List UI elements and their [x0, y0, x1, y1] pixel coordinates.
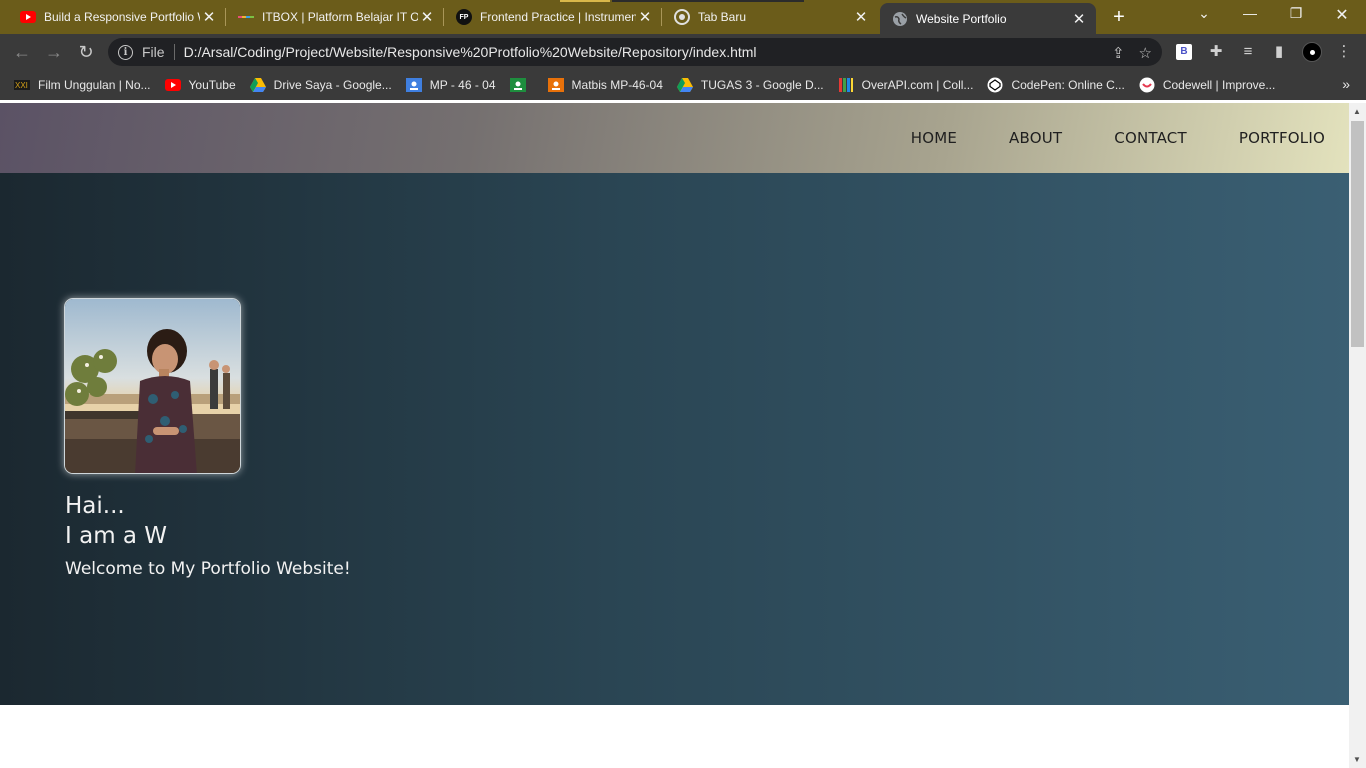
extensions-puzzle-icon[interactable]: ✚ [1207, 43, 1225, 61]
bookmark-star-icon[interactable]: ☆ [1139, 44, 1152, 62]
classroom-orange-icon [547, 77, 564, 93]
extension-b-icon[interactable]: B [1176, 44, 1192, 60]
restore-icon[interactable]: ❐ [1284, 5, 1308, 22]
bookmark-item[interactable]: OverAPI.com | Coll... [838, 77, 974, 93]
globe-icon [892, 11, 908, 27]
tab-title: Website Portfolio [916, 11, 1007, 26]
classroom-green-icon [509, 77, 526, 93]
browser-toolbar: ← → ↻ i File D:/Arsal/Coding/Project/Web… [0, 34, 1366, 70]
profile-avatar[interactable] [1302, 42, 1322, 62]
bookmark-label: YouTube [188, 78, 236, 92]
profile-photo [64, 298, 241, 474]
bookmark-item[interactable]: XXI Film Unggulan | No... [14, 77, 151, 93]
site-header: HOME ABOUT CONTACT PORTFOLIO [0, 103, 1349, 173]
hero-typed-text: I am a W [65, 523, 168, 549]
new-tab-button[interactable]: + [1108, 7, 1130, 27]
close-tab-icon[interactable]: ✕ [200, 8, 218, 26]
google-drive-icon [676, 77, 693, 93]
bookmark-item[interactable]: Codewell | Improve... [1139, 77, 1276, 93]
close-tab-icon[interactable]: ✕ [852, 8, 870, 26]
nav-contact-link[interactable]: CONTACT [1114, 129, 1187, 147]
bookmark-item[interactable] [509, 77, 534, 93]
itbox-icon [238, 9, 254, 25]
bookmark-label: MP - 46 - 04 [429, 78, 496, 92]
tab-youtube[interactable]: Build a Responsive Portfolio W ✕ [0, 0, 226, 34]
media-control-icon[interactable]: ≡ [1239, 43, 1257, 61]
nav-about-link[interactable]: ABOUT [1009, 129, 1062, 147]
fp-badge: FP [456, 9, 472, 25]
close-tab-icon[interactable]: ✕ [636, 8, 654, 26]
bookmark-item[interactable]: Drive Saya - Google... [249, 77, 392, 93]
chrome-icon [674, 9, 690, 25]
close-tab-icon[interactable]: ✕ [418, 8, 436, 26]
tab-title: Build a Responsive Portfolio W [44, 10, 200, 24]
scrollbar-thumb[interactable] [1351, 121, 1364, 347]
codewell-icon [1139, 77, 1155, 93]
reload-icon[interactable]: ↻ [76, 42, 96, 62]
bookmark-label: TUGAS 3 - Google D... [700, 78, 824, 92]
google-drive-icon [249, 77, 266, 93]
svg-text:XXI: XXI [15, 81, 28, 90]
side-panel-icon[interactable]: ▮ [1270, 43, 1288, 61]
address-divider [173, 44, 175, 60]
hero-greeting: Hai... I am a W [65, 491, 167, 551]
site-info-icon[interactable]: i [118, 44, 133, 60]
nav-portfolio-link[interactable]: PORTFOLIO [1239, 129, 1325, 147]
share-icon[interactable]: ⇪ [1112, 44, 1125, 62]
codepen-icon [987, 77, 1003, 93]
site-nav: HOME ABOUT CONTACT PORTFOLIO [911, 129, 1325, 147]
scheme-label: File [142, 44, 165, 60]
close-tab-icon[interactable]: ✕ [1070, 10, 1088, 28]
bookmark-label: OverAPI.com | Coll... [861, 78, 974, 92]
bookmark-label: Drive Saya - Google... [273, 78, 392, 92]
bookmark-label: Matbis MP-46-04 [571, 78, 663, 92]
page-scrollbar[interactable]: ▲ ▼ [1349, 103, 1366, 768]
tab-frontend-practice[interactable]: FP Frontend Practice | Instrumen ✕ [444, 0, 662, 34]
tab-strip: Build a Responsive Portfolio W ✕ ITBOX |… [0, 0, 1366, 34]
tab-search-icon[interactable]: ⌄ [1192, 5, 1216, 22]
back-icon[interactable]: ← [12, 42, 32, 62]
tab-new-tab[interactable]: Tab Baru ✕ [662, 0, 878, 34]
url-text[interactable]: D:/Arsal/Coding/Project/Website/Responsi… [184, 44, 757, 60]
scroll-down-icon[interactable]: ▼ [1353, 755, 1361, 764]
tab-title: ITBOX | Platform Belajar IT Or [262, 10, 418, 24]
hero-hai: Hai... [65, 493, 125, 519]
overapi-icon [838, 77, 854, 93]
tab-website-portfolio[interactable]: Website Portfolio ✕ [880, 3, 1096, 34]
minimize-icon[interactable]: — [1238, 5, 1262, 21]
bookmark-item[interactable]: CodePen: Online C... [987, 77, 1125, 93]
bookmark-item[interactable]: MP - 46 - 04 [405, 77, 496, 93]
tab-title: Tab Baru [698, 10, 747, 24]
close-window-icon[interactable]: ✕ [1330, 5, 1354, 25]
tab-itbox[interactable]: ITBOX | Platform Belajar IT Or ✕ [226, 0, 444, 34]
xxi-icon: XXI [14, 77, 30, 93]
scroll-up-icon[interactable]: ▲ [1353, 107, 1361, 116]
bookmark-label: Codewell | Improve... [1162, 78, 1276, 92]
bookmarks-bar: XXI Film Unggulan | No... YouTube Drive … [0, 70, 1366, 100]
bookmark-item[interactable]: Matbis MP-46-04 [547, 77, 663, 93]
forward-icon[interactable]: → [44, 42, 64, 62]
bookmark-label: CodePen: Online C... [1011, 78, 1125, 92]
tab-title: Frontend Practice | Instrumen [480, 10, 636, 24]
classroom-icon [405, 77, 422, 93]
bookmark-label: Film Unggulan | No... [38, 78, 151, 92]
nav-home-link[interactable]: HOME [911, 129, 957, 147]
address-bar[interactable]: i File D:/Arsal/Coding/Project/Website/R… [108, 38, 1162, 66]
fp-icon: FP [456, 9, 472, 25]
page-viewport: HOME ABOUT CONTACT PORTFOLIO Hai... I am… [0, 103, 1349, 768]
bookmark-item[interactable]: YouTube [164, 77, 236, 93]
bookmarks-overflow-icon[interactable]: » [1342, 76, 1350, 92]
hero-section: Hai... I am a W Welcome to My Portfolio … [0, 173, 1349, 705]
youtube-icon [20, 9, 36, 25]
hero-subtitle: Welcome to My Portfolio Website! [65, 559, 351, 579]
menu-kebab-icon[interactable]: ⋮ [1335, 43, 1353, 61]
youtube-icon [164, 77, 181, 93]
bookmark-item[interactable]: TUGAS 3 - Google D... [676, 77, 824, 93]
